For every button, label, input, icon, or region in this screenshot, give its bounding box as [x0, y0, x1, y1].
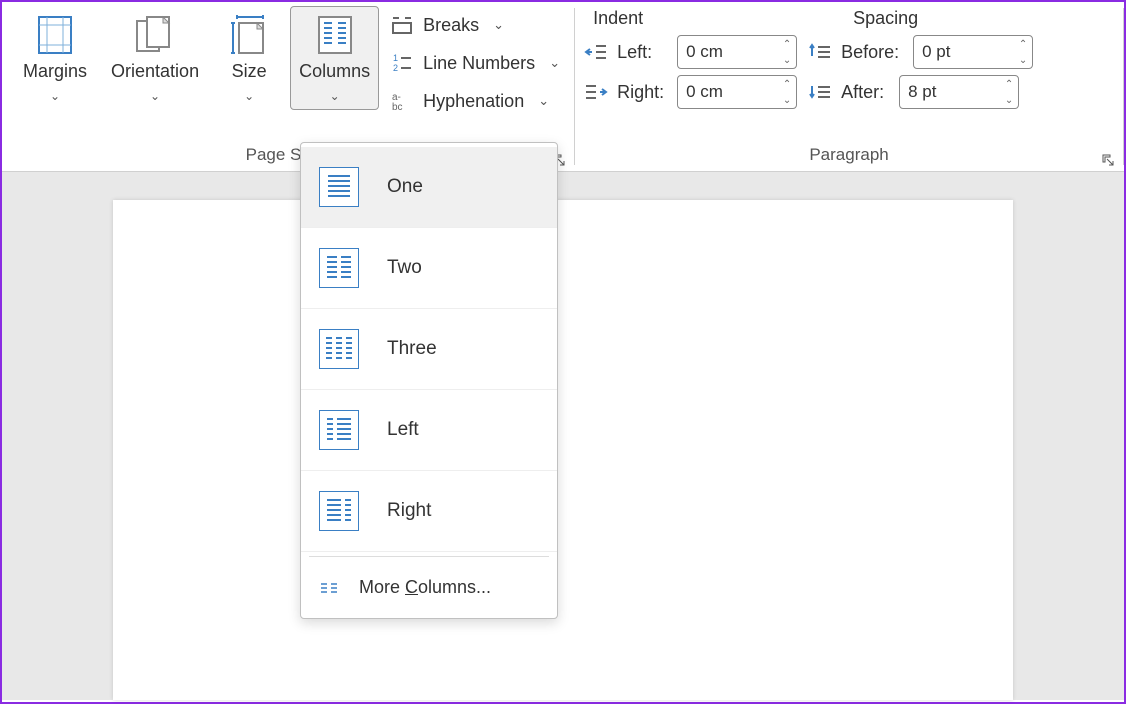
more-columns-button[interactable]: More Columns... — [301, 561, 557, 614]
chevron-down-icon: ⌄ — [538, 93, 549, 109]
dropdown-separator — [309, 556, 549, 557]
spacing-before-label: Before: — [841, 42, 905, 63]
size-icon — [227, 13, 271, 57]
right-column-icon — [319, 491, 359, 531]
spin-down[interactable]: ⌄ — [1014, 52, 1032, 68]
columns-option-left-label: Left — [387, 419, 419, 441]
indent-left-label: Left: — [617, 42, 669, 63]
hyphenation-label: Hyphenation — [423, 91, 524, 112]
columns-label: Columns — [299, 61, 370, 83]
chevron-down-icon: ⌄ — [330, 89, 340, 103]
indent-right-icon — [583, 81, 609, 103]
indent-heading: Indent — [593, 8, 643, 29]
line-numbers-icon: 1 2 — [391, 52, 413, 74]
svg-text:2: 2 — [393, 63, 398, 73]
chevron-down-icon: ⌄ — [549, 55, 560, 71]
more-columns-icon — [319, 580, 339, 596]
columns-button[interactable]: Columns ⌄ — [290, 6, 379, 110]
columns-option-three[interactable]: Three — [301, 309, 557, 390]
document-area — [2, 172, 1124, 700]
spacing-after-icon — [807, 81, 833, 103]
spacing-before-input[interactable] — [914, 42, 1014, 62]
margins-label: Margins — [23, 61, 87, 83]
spin-up[interactable]: ⌃ — [778, 36, 796, 52]
spin-down[interactable]: ⌄ — [778, 92, 796, 108]
columns-option-right-label: Right — [387, 500, 431, 522]
breaks-button[interactable]: Breaks ⌄ — [385, 10, 566, 40]
size-button[interactable]: Size ⌄ — [214, 6, 284, 110]
document-page[interactable] — [113, 200, 1013, 700]
columns-option-right[interactable]: Right — [301, 471, 557, 552]
svg-text:bc: bc — [392, 102, 403, 111]
chevron-down-icon: ⌄ — [493, 17, 504, 33]
spin-down[interactable]: ⌄ — [778, 52, 796, 68]
spacing-after-label: After: — [841, 82, 891, 103]
indent-left-input[interactable] — [678, 42, 778, 62]
svg-text:1: 1 — [393, 53, 398, 63]
columns-option-one-label: One — [387, 176, 423, 198]
left-column-icon — [319, 410, 359, 450]
columns-option-one[interactable]: One — [301, 147, 557, 228]
orientation-button[interactable]: Orientation ⌄ — [102, 6, 208, 110]
paragraph-group-label: Paragraph — [809, 145, 888, 164]
indent-left-icon — [583, 41, 609, 63]
spacing-heading: Spacing — [853, 8, 918, 29]
spin-up[interactable]: ⌃ — [1000, 76, 1018, 92]
size-label: Size — [232, 61, 267, 83]
paragraph-dialog-launcher[interactable] — [1101, 151, 1115, 165]
more-columns-label: More Columns... — [359, 577, 491, 598]
margins-icon — [33, 13, 77, 57]
indent-left-spinbox[interactable]: ⌃⌄ — [677, 35, 797, 69]
columns-option-three-label: Three — [387, 338, 437, 360]
indent-right-spinbox[interactable]: ⌃⌄ — [677, 75, 797, 109]
indent-right-input[interactable] — [678, 82, 778, 102]
two-column-icon — [319, 248, 359, 288]
indent-right-label: Right: — [617, 82, 669, 103]
orientation-icon — [133, 13, 177, 57]
three-column-icon — [319, 329, 359, 369]
spin-up[interactable]: ⌃ — [1014, 36, 1032, 52]
columns-option-two[interactable]: Two — [301, 228, 557, 309]
spin-up[interactable]: ⌃ — [778, 76, 796, 92]
columns-dropdown: One Two — [300, 142, 558, 619]
hyphenation-button[interactable]: a- bc Hyphenation ⌄ — [385, 86, 566, 116]
margins-button[interactable]: Margins ⌄ — [14, 6, 96, 110]
spacing-after-spinbox[interactable]: ⌃⌄ — [899, 75, 1019, 109]
breaks-label: Breaks — [423, 15, 479, 36]
one-column-icon — [319, 167, 359, 207]
spin-down[interactable]: ⌄ — [1000, 92, 1018, 108]
breaks-icon — [391, 14, 413, 36]
spacing-before-spinbox[interactable]: ⌃⌄ — [913, 35, 1033, 69]
chevron-down-icon: ⌄ — [244, 89, 254, 103]
columns-icon — [313, 13, 357, 57]
chevron-down-icon: ⌄ — [50, 89, 60, 103]
spacing-before-icon — [807, 41, 833, 63]
spacing-after-input[interactable] — [900, 82, 1000, 102]
hyphenation-icon: a- bc — [391, 90, 413, 112]
line-numbers-label: Line Numbers — [423, 53, 535, 74]
orientation-label: Orientation — [111, 61, 199, 83]
columns-option-two-label: Two — [387, 257, 422, 279]
columns-option-left[interactable]: Left — [301, 390, 557, 471]
line-numbers-button[interactable]: 1 2 Line Numbers ⌄ — [385, 48, 566, 78]
chevron-down-icon: ⌄ — [150, 89, 160, 103]
